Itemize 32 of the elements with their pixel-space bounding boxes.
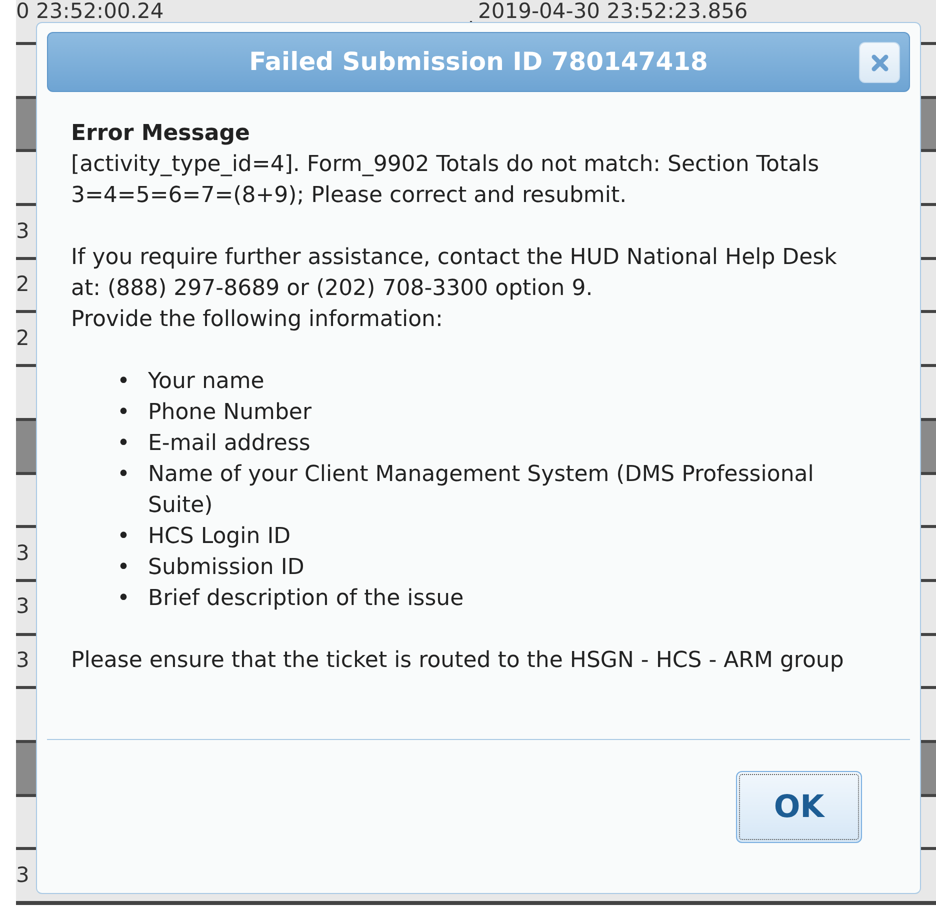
help-text: If you require further assistance, contact the HUD National Help Desk at: (888) 297-8689 or (202) 708-3300 option 9.	[71, 244, 838, 303]
error-heading: Error Message	[71, 120, 251, 148]
table-cell-text: 3	[16, 862, 30, 889]
close-button[interactable]	[859, 42, 900, 83]
list-item: E-mail address	[148, 430, 310, 458]
list-bullet: •	[117, 461, 130, 489]
help-text: Provide the following information:	[71, 306, 444, 334]
table-cell-text: 2	[16, 271, 30, 298]
dialog-title: Failed Submission ID 780147418	[249, 46, 708, 78]
list-item: Name of your Client Management System (DMS Professional Suite)	[148, 461, 815, 520]
list-item: Submission ID	[148, 554, 304, 582]
table-cell-text: 3	[16, 593, 30, 620]
list-bullet: •	[117, 430, 130, 458]
close-icon	[870, 54, 888, 72]
ok-button[interactable]: OK	[736, 771, 862, 843]
list-bullet: •	[117, 523, 130, 551]
list-item: Phone Number	[148, 399, 312, 427]
error-message: [activity_type_id=4]. Form_9902 Totals do not match: Section Totals 3=4=5=6=7=(8+9); Please correct and resubmit.	[71, 151, 820, 210]
list-item: HCS Login ID	[148, 523, 291, 551]
table-cell-text: 2	[16, 325, 30, 352]
list-item: Your name	[148, 368, 264, 396]
table-cell-text: 0 23:52:00.24	[16, 1, 165, 22]
list-bullet: •	[117, 554, 130, 582]
table-cell-text: 3	[16, 218, 30, 245]
list-item: Brief description of the issue	[148, 585, 464, 613]
table-cell-text: 3	[16, 647, 30, 674]
list-bullet: •	[117, 585, 130, 613]
table-cell-text: 3	[16, 540, 30, 567]
note-text: Please ensure that the ticket is routed to the HSGN - HCS - ARM group	[71, 647, 845, 675]
table-cell: 2019-04-30 23:52:23.856	[478, 1, 748, 22]
list-bullet: •	[117, 368, 130, 396]
list-bullet: •	[117, 399, 130, 427]
